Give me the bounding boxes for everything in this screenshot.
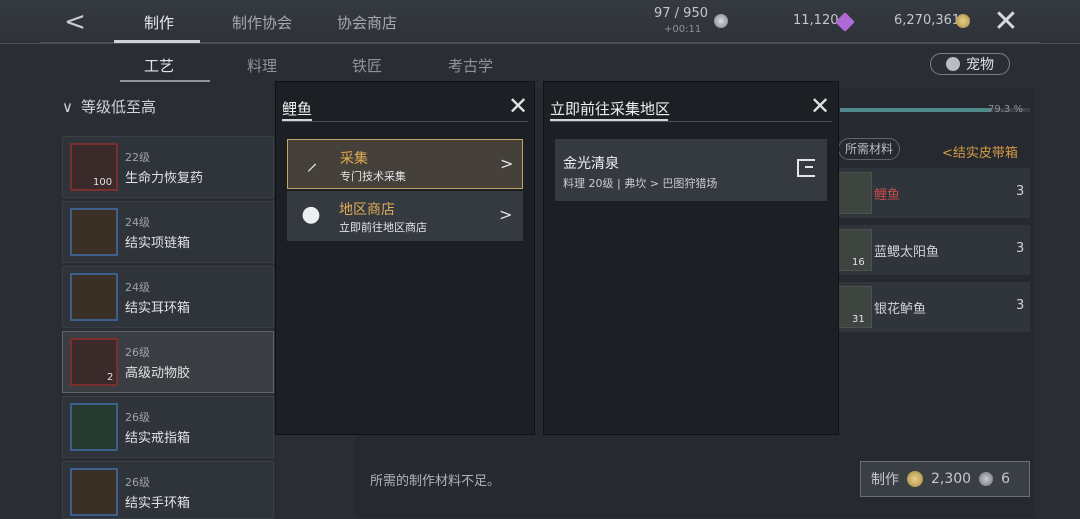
recipe-name: 结实戒指箱 — [125, 431, 191, 446]
close-icon[interactable]: ✕ — [990, 6, 1022, 38]
source-popup-title: 鲤鱼 — [282, 100, 313, 118]
active-tab-indicator — [114, 40, 200, 43]
tab-crafting[interactable]: 制作 — [144, 12, 174, 33]
pet-button-label: 宠物 — [966, 57, 994, 73]
option-subtitle: 专门技术采集 — [340, 170, 406, 183]
subtab-blacksmith[interactable]: 铁匠 — [352, 55, 382, 76]
craft-label: 制作 — [871, 472, 899, 488]
option-subtitle: 立即前往地区商店 — [339, 221, 427, 234]
popup-divider — [282, 121, 528, 122]
subtab-archaeology[interactable]: 考古学 — [448, 55, 493, 76]
paw-icon — [946, 57, 960, 71]
craft-gold-cost: 2,300 — [931, 471, 972, 487]
chevron-left-icon: < — [942, 146, 953, 161]
material-owned: 16 — [852, 257, 865, 268]
material-name: 银花鲈鱼 — [874, 302, 927, 317]
recipe-name: 结实手环箱 — [125, 496, 191, 511]
chest-icon — [70, 468, 118, 516]
silver-coin-icon — [979, 472, 994, 486]
title-underline — [550, 119, 668, 121]
title-underline — [282, 119, 312, 121]
recipe-level: 24级 — [125, 216, 150, 229]
recipe-level: 26级 — [125, 476, 150, 489]
chevron-right-icon: > — [499, 205, 513, 224]
craft-button[interactable]: 制作 2,300 6 — [860, 461, 1030, 497]
recipe-item[interactable]: 100 22级 生命力恢复药 — [62, 136, 274, 198]
material-row[interactable]: 鲤鱼 3 — [834, 168, 1030, 218]
recipe-item[interactable]: 26级 结实戒指箱 — [62, 396, 274, 458]
recipe-level: 22级 — [125, 151, 150, 164]
material-qty: 3 — [1016, 184, 1025, 199]
back-arrow-icon[interactable]: < — [60, 8, 90, 36]
recipe-count: 2 — [107, 372, 114, 383]
belt-box-link[interactable]: <结实皮带箱 — [942, 142, 1018, 161]
recipe-name: 高级动物胶 — [125, 366, 191, 381]
gather-location-popup: 立即前往采集地区 ✕ 金光清泉 料理 20级 | 弗坎 > 巴图狩猎场 — [544, 82, 838, 434]
pet-button[interactable]: 宠物 — [930, 53, 1010, 75]
money-bag-icon: ● — [301, 202, 321, 227]
location-row[interactable]: 金光清泉 料理 20级 | 弗坎 > 巴图狩猎场 — [555, 139, 827, 201]
recipe-level: 26级 — [125, 346, 150, 359]
recipe-level: 26级 — [125, 411, 150, 424]
progress-fill — [840, 108, 991, 112]
carp-icon — [838, 172, 872, 214]
recipe-name: 生命力恢复药 — [125, 171, 204, 186]
close-icon[interactable]: ✕ — [808, 94, 832, 118]
recipe-name: 结实耳环箱 — [125, 301, 191, 316]
location-popup-title: 立即前往采集地区 — [550, 100, 671, 118]
gems-value: 11,120 — [793, 13, 839, 28]
recipe-name: 结实项链箱 — [125, 236, 191, 251]
progress-percent: 79.3 % — [988, 104, 1023, 115]
material-name: 鲤鱼 — [874, 188, 901, 203]
subtab-cooking[interactable]: 料理 — [247, 55, 277, 76]
chest-icon — [70, 273, 118, 321]
chest-icon — [70, 208, 118, 256]
location-detail: 料理 20级 | 弗坎 > 巴图狩猎场 — [563, 177, 718, 190]
recipe-level: 24级 — [125, 281, 150, 294]
subtab-craft[interactable]: 工艺 — [144, 55, 174, 76]
source-popup: 鲤鱼 ✕ ⸝ 采集 专门技术采集 > ● 地区商店 立即前往地区商店 > — [276, 82, 534, 434]
recipe-item[interactable]: 24级 结实项链箱 — [62, 201, 274, 263]
energy-value: 97 / 950 — [654, 6, 708, 21]
region-shop-option[interactable]: ● 地区商店 立即前往地区商店 > — [287, 191, 523, 241]
gold-coin-icon — [907, 471, 923, 487]
recipe-item[interactable]: 24级 结实耳环箱 — [62, 266, 274, 328]
material-qty: 3 — [1016, 298, 1025, 313]
active-subtab-indicator — [120, 80, 210, 82]
tab-guild-shop[interactable]: 协会商店 — [337, 12, 397, 33]
go-to-location-icon[interactable] — [797, 159, 815, 177]
required-materials-button[interactable]: 所需材料 — [838, 138, 900, 160]
location-name: 金光清泉 — [563, 156, 619, 172]
recipe-item[interactable]: 26级 结实手环箱 — [62, 461, 274, 519]
option-title: 采集 — [340, 151, 368, 167]
popup-divider — [550, 121, 832, 122]
tab-crafting-guild[interactable]: 制作协会 — [232, 12, 292, 33]
chevron-right-icon: > — [500, 154, 514, 173]
material-row[interactable]: 31 银花鲈鱼 3 — [834, 282, 1030, 332]
chest-icon — [70, 403, 118, 451]
energy-timer: +00:11 — [664, 24, 702, 35]
material-qty: 3 — [1016, 241, 1025, 256]
recipe-item-selected[interactable]: 2 26级 高级动物胶 — [62, 331, 274, 393]
material-name: 蓝鳃太阳鱼 — [874, 245, 940, 260]
gold-value: 6,270,361 — [894, 13, 961, 28]
sort-label: 等级低至高 — [80, 98, 156, 116]
close-icon[interactable]: ✕ — [506, 94, 530, 118]
insufficient-materials-message: 所需的制作材料不足。 — [370, 474, 501, 489]
energy-icon — [714, 14, 728, 28]
material-owned: 31 — [852, 314, 865, 325]
recipe-count: 100 — [93, 177, 113, 188]
belt-box-link-label: 结实皮带箱 — [952, 146, 1018, 161]
gold-coin-icon — [956, 14, 970, 28]
craft-other-cost: 6 — [1001, 471, 1011, 487]
pickaxe-icon: ⸝ — [306, 151, 318, 176]
material-row[interactable]: 16 蓝鳃太阳鱼 3 — [834, 225, 1030, 275]
option-title: 地区商店 — [339, 202, 395, 218]
sort-dropdown[interactable]: ∨ 等级低至高 — [62, 96, 156, 117]
chevron-down-icon: ∨ — [62, 98, 73, 116]
gather-option[interactable]: ⸝ 采集 专门技术采集 > — [287, 139, 523, 189]
